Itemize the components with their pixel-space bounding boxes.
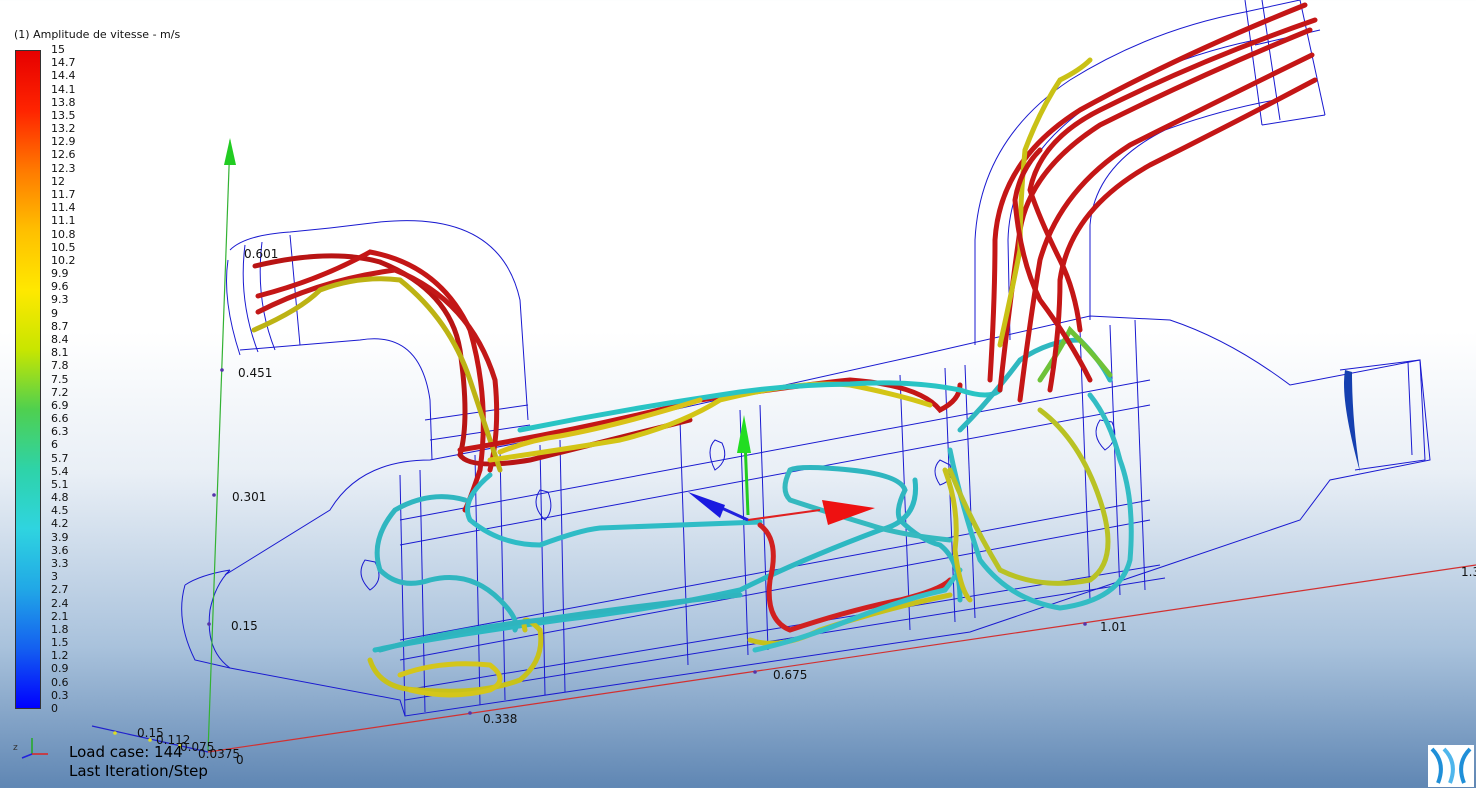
streamline-mid-5 [782,467,953,543]
streamline-right-1 [947,392,1134,611]
muffler-wireframe [181,315,1431,717]
vertical-axis-tick: 0.451 [238,366,273,380]
streamline-lower-2 [374,494,519,633]
vertical-axis-tick: 0.15 [231,619,258,633]
load-case-info: Load case: 144 Last Iteration/Step [69,743,208,781]
streamline-inlet-2 [255,249,486,513]
vertical-axis-top-tick: 0.601 [244,247,279,261]
horizontal-axis-tick: 1.3 [1461,565,1476,579]
orientation-triad: z [13,738,48,759]
streamlines [251,2,1318,698]
outlet-pipe-wireframe [974,0,1326,345]
horizontal-axis-tick: 0.675 [773,668,808,682]
horizontal-axis-tick: 0.338 [483,712,518,726]
outlet-flow-indicator [1344,370,1360,472]
iteration-step-label: Last Iteration/Step [69,762,208,780]
viewport-3d[interactable] [0,0,1476,788]
vertical-axis-tick: 0.301 [232,490,267,504]
streamline-outlet-1 [987,2,1308,383]
app-logo-icon [1428,745,1474,787]
svg-text:z: z [13,743,18,753]
load-case-label: Load case: 144 [69,743,183,761]
depth-axis-tick: 0 [236,753,244,767]
horizontal-axis-tick: 1.01 [1100,620,1127,634]
